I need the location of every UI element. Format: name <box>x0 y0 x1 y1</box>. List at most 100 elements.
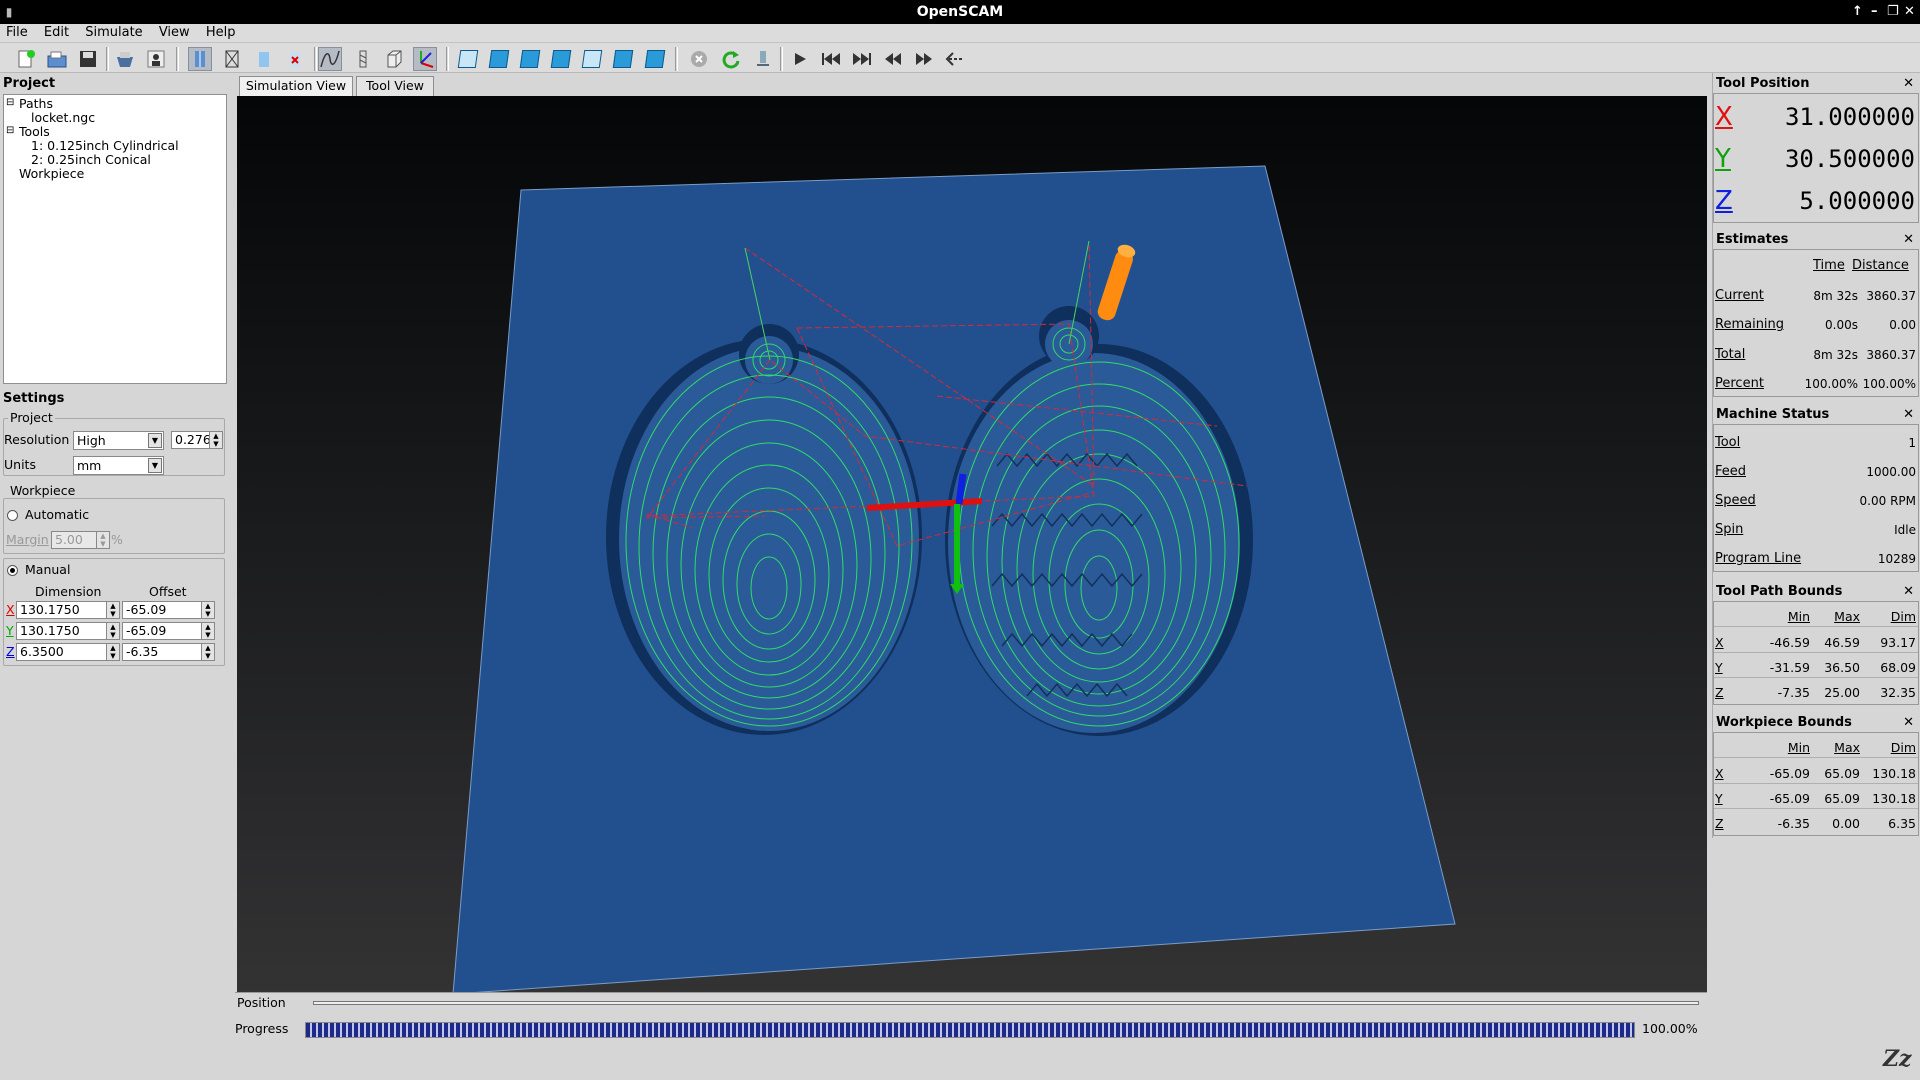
save-file-icon[interactable] <box>76 47 100 71</box>
view-top-icon[interactable] <box>518 47 542 71</box>
spin-arrows-icon[interactable]: ▲ ▼ <box>201 644 214 660</box>
units-select[interactable]: mm ▼ <box>73 456 164 475</box>
menu-help[interactable]: Help <box>200 24 242 42</box>
wpb-y-min: -65.09 <box>1769 791 1810 806</box>
view-surface-icon[interactable] <box>252 47 276 71</box>
tpb-y-label: Y <box>1715 660 1723 675</box>
tree-item-tool-1[interactable]: 1: 0.125inch Cylindrical <box>31 139 179 153</box>
tree-item-workpiece[interactable]: Workpiece <box>19 167 84 181</box>
wpb-min-header: Min <box>1787 740 1810 755</box>
dimension-y-value: 130.1750 <box>20 623 80 638</box>
dim-x-label: X <box>6 602 15 617</box>
divider <box>1714 783 1918 784</box>
spin-arrows-icon[interactable]: ▲ ▼ <box>209 432 222 448</box>
skip-begin-icon[interactable] <box>819 47 843 71</box>
manual-label: Manual <box>25 562 71 577</box>
tree-item-file[interactable]: locket.ngc <box>31 111 95 125</box>
step-back-icon[interactable] <box>881 47 905 71</box>
spin-arrows-icon[interactable]: ▲ ▼ <box>106 623 119 639</box>
reset-icon[interactable] <box>751 47 775 71</box>
view-right-icon[interactable] <box>549 47 573 71</box>
settings-person-icon[interactable] <box>144 47 168 71</box>
view-delete-icon[interactable] <box>283 47 307 71</box>
close-icon[interactable]: ✕ <box>1903 75 1914 92</box>
wpb-dim-header: Dim <box>1890 740 1916 755</box>
tree-item-tools[interactable]: Tools <box>19 125 50 139</box>
close-icon[interactable]: ✕ <box>1903 231 1914 248</box>
menu-view[interactable]: View <box>153 24 196 42</box>
close-icon[interactable]: ✕ <box>1903 583 1914 600</box>
tab-tool-view[interactable]: Tool View <box>356 76 434 96</box>
show-axes-icon[interactable] <box>413 47 437 71</box>
estimates-remaining-time: 0.00s <box>1825 318 1858 332</box>
menu-simulate[interactable]: Simulate <box>79 24 148 42</box>
spin-arrows-icon[interactable]: ▲ ▼ <box>201 623 214 639</box>
skip-end-icon[interactable] <box>850 47 874 71</box>
dimension-x-input[interactable]: 130.1750 ▲ ▼ <box>16 601 120 619</box>
stop-icon[interactable] <box>687 47 711 71</box>
view-wire-icon[interactable] <box>220 47 244 71</box>
project-tree[interactable]: ⊟ Paths locket.ngc ⊟ Tools 1: 0.125inch … <box>3 94 227 384</box>
estimates-total-label: Total <box>1715 347 1746 362</box>
expand-paths-icon[interactable]: ⊟ <box>6 96 14 110</box>
simulation-viewport[interactable] <box>237 96 1707 998</box>
maximize-arrow-icon[interactable]: ↑ <box>1852 0 1863 24</box>
offset-z-input[interactable]: -6.35 ▲ ▼ <box>122 643 215 661</box>
tree-item-paths[interactable]: Paths <box>19 97 53 111</box>
manual-radio[interactable] <box>7 565 18 576</box>
margin-value: 5.00 <box>55 532 83 547</box>
new-file-icon[interactable] <box>14 47 38 71</box>
view-left-icon[interactable] <box>580 47 604 71</box>
tpb-max-header: Max <box>1834 609 1860 624</box>
status-tool-value: 1 <box>1908 436 1916 450</box>
open-file-icon[interactable] <box>45 47 69 71</box>
estimates-current-distance: 3860.37 <box>1866 289 1916 303</box>
export-icon[interactable] <box>113 47 137 71</box>
resolution-select[interactable]: High ▼ <box>73 431 164 450</box>
estimates-time-header: Time <box>1813 258 1845 273</box>
spin-arrows-icon[interactable]: ▲ ▼ <box>201 602 214 618</box>
tpb-z-dim: 32.35 <box>1880 685 1916 700</box>
close-window-icon[interactable]: ✕ <box>1904 0 1915 24</box>
estimates-total-time: 8m 32s <box>1813 348 1858 362</box>
estimates-current-time: 8m 32s <box>1813 289 1858 303</box>
resolution-number-input[interactable]: 0.276 ▲ ▼ <box>171 431 223 449</box>
direction-icon[interactable] <box>943 47 967 71</box>
automatic-radio[interactable] <box>7 510 18 521</box>
dimension-z-input[interactable]: 6.3500 ▲ ▼ <box>16 643 120 661</box>
spin-arrows-icon[interactable]: ▲ ▼ <box>106 602 119 618</box>
tree-item-tool-2[interactable]: 2: 0.25inch Conical <box>31 153 151 167</box>
minimize-icon[interactable]: – <box>1871 0 1878 24</box>
margin-unit: % <box>111 532 123 547</box>
tpb-min-header: Min <box>1787 609 1810 624</box>
restore-icon[interactable]: ❐ <box>1887 0 1899 24</box>
status-spin-label: Spin <box>1715 522 1744 537</box>
expand-tools-icon[interactable]: ⊟ <box>6 124 14 138</box>
view-bottom-icon[interactable] <box>643 47 667 71</box>
dimension-header: Dimension <box>35 584 102 599</box>
position-slider[interactable] <box>313 1001 1699 1005</box>
tpb-y-min: -31.59 <box>1769 660 1810 675</box>
view-front-icon[interactable] <box>487 47 511 71</box>
show-tool-icon[interactable] <box>351 47 375 71</box>
show-path-icon[interactable] <box>318 47 342 71</box>
offset-x-input[interactable]: -65.09 ▲ ▼ <box>122 601 215 619</box>
view-back-icon[interactable] <box>611 47 635 71</box>
close-icon[interactable]: ✕ <box>1903 406 1914 423</box>
dimension-y-input[interactable]: 130.1750 ▲ ▼ <box>16 622 120 640</box>
show-bounds-icon[interactable] <box>382 47 406 71</box>
offset-y-input[interactable]: -65.09 ▲ ▼ <box>122 622 215 640</box>
play-icon[interactable] <box>788 47 812 71</box>
machine-status-title-text: Machine Status <box>1716 407 1830 422</box>
sleep-resize-grip-icon[interactable]: Zz <box>1883 1046 1915 1076</box>
view-path-icon[interactable] <box>188 47 212 71</box>
close-icon[interactable]: ✕ <box>1903 714 1914 731</box>
wpb-max-header: Max <box>1834 740 1860 755</box>
view-iso-icon[interactable] <box>456 47 480 71</box>
reload-icon[interactable] <box>719 47 743 71</box>
step-forward-icon[interactable] <box>912 47 936 71</box>
spin-arrows-icon[interactable]: ▲ ▼ <box>106 644 119 660</box>
menu-edit[interactable]: Edit <box>38 24 75 42</box>
menu-file[interactable]: File <box>0 24 34 42</box>
tab-simulation-view[interactable]: Simulation View <box>239 76 353 96</box>
